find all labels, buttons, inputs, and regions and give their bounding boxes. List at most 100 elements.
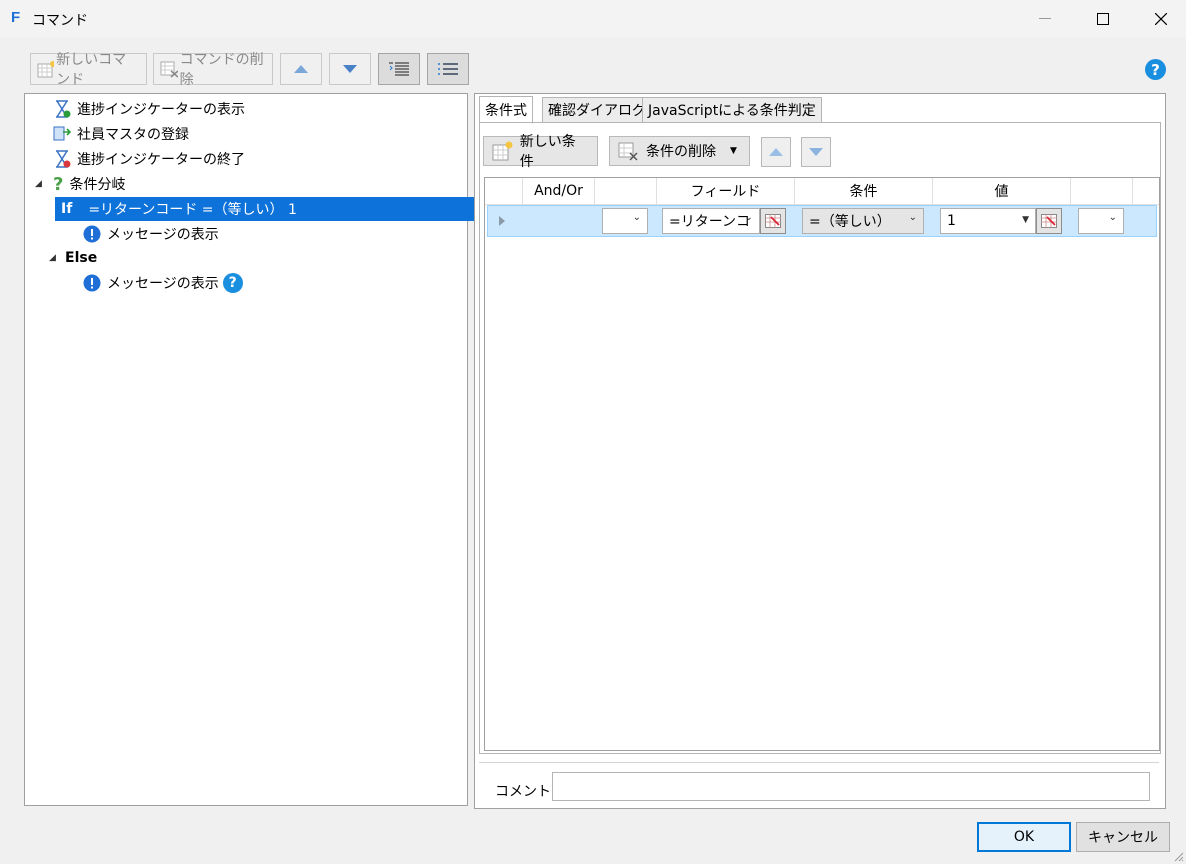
chevron-down-icon: ⌄ xyxy=(1108,212,1117,223)
minimize-icon xyxy=(1039,18,1051,19)
chevron-down-icon: ⌄ xyxy=(744,212,753,223)
andor-select[interactable]: ⌄ xyxy=(602,208,648,234)
view-detail-button[interactable] xyxy=(378,53,420,85)
tree-item-if[interactable]: ◢ If =リターンコード =（等しい） 1 xyxy=(47,197,488,221)
delete-command-button[interactable]: コマンドの削除 xyxy=(153,52,273,88)
chevron-down-icon: ⌄ xyxy=(632,212,641,223)
close-button[interactable] xyxy=(1132,0,1186,38)
condition-down-button[interactable] xyxy=(801,137,831,167)
value-combo[interactable]: 1 ▼ xyxy=(940,208,1036,234)
delete-condition-button[interactable]: 条件の削除 ▼ xyxy=(609,136,750,166)
collapse-arrow-icon[interactable]: ◢ xyxy=(47,204,59,214)
detail-list-icon xyxy=(389,62,409,76)
tree-item-label: メッセージの表示 xyxy=(107,227,219,243)
tab-confirm-dialog[interactable]: 確認ダイアログ xyxy=(542,97,652,123)
dropdown-arrow-icon[interactable]: ▼ xyxy=(730,146,737,156)
detail-panel: 条件式 確認ダイアログ JavaScriptによる条件判定 新しい条件 条件の削… xyxy=(474,93,1166,809)
hourglass-stop-icon xyxy=(56,150,71,168)
maximize-icon xyxy=(1097,13,1109,25)
info-icon xyxy=(83,274,101,292)
tree-item-else[interactable]: ◢ Else xyxy=(49,246,97,270)
comment-input[interactable] xyxy=(552,772,1150,801)
close-icon xyxy=(1155,13,1167,25)
info-icon xyxy=(83,225,101,243)
tree-item[interactable]: 社員マスタの登録 xyxy=(53,122,189,146)
dropdown-arrow-icon: ▼ xyxy=(1022,215,1029,225)
cancel-button[interactable]: キャンセル xyxy=(1076,822,1170,852)
delete-item-icon xyxy=(160,61,178,78)
tab-condition-expression[interactable]: 条件式 xyxy=(479,96,533,124)
grid-header-field[interactable]: フィールド xyxy=(657,178,795,204)
new-item-icon xyxy=(37,61,55,78)
arrow-down-icon xyxy=(343,65,357,73)
field-picker-icon xyxy=(765,214,781,228)
database-register-icon xyxy=(53,126,71,141)
comment-divider xyxy=(479,762,1159,763)
new-condition-label: 新しい条件 xyxy=(519,134,576,170)
minimize-button[interactable] xyxy=(1016,0,1074,38)
else-keyword: Else xyxy=(65,250,98,266)
delete-command-label: コマンドの削除 xyxy=(179,52,264,88)
tree-item-label: メッセージの表示 xyxy=(107,276,219,292)
maximize-button[interactable] xyxy=(1074,0,1132,38)
grid-header-condition[interactable]: 条件 xyxy=(795,178,933,204)
new-condition-button[interactable]: 新しい条件 xyxy=(483,134,598,170)
grid-header-blank3 xyxy=(1071,178,1133,204)
delete-item-icon xyxy=(618,142,638,161)
move-down-button[interactable] xyxy=(329,53,371,85)
new-command-label: 新しいコマンド xyxy=(56,52,127,88)
title-bar: F コマンド xyxy=(0,0,1186,38)
grid-header-blank xyxy=(485,178,523,204)
arrow-up-icon xyxy=(769,148,783,156)
operator-value: =（等しい） xyxy=(809,214,891,230)
delete-condition-label: 条件の削除 xyxy=(646,144,716,160)
comment-label: コメント xyxy=(495,784,551,800)
field-value: =リターンコ xyxy=(669,214,751,230)
operator-select[interactable]: =（等しい） ⌄ xyxy=(802,208,924,234)
value-text: 1 xyxy=(947,213,956,229)
new-item-icon xyxy=(492,141,513,161)
tree-item-label: 進捗インジケーターの終了 xyxy=(77,152,245,168)
table-row[interactable]: ⌄ =リターンコ ⌄ =（等しい） ⌄ 1 ▼ ⌄ xyxy=(487,205,1157,237)
question-icon: ? xyxy=(53,173,64,195)
row-pointer-icon xyxy=(499,216,505,226)
chevron-down-icon: ⌄ xyxy=(908,212,917,223)
if-keyword: If xyxy=(61,201,73,217)
tree-item-branch[interactable]: ◢ ? 条件分岐 xyxy=(35,172,125,196)
arrow-down-icon xyxy=(809,148,823,156)
collapse-arrow-icon[interactable]: ◢ xyxy=(35,179,47,189)
move-up-button[interactable] xyxy=(280,53,322,85)
help-icon[interactable]: ? xyxy=(222,273,243,293)
grid-header-value[interactable]: 値 xyxy=(933,178,1071,204)
app-logo-icon: F xyxy=(11,9,21,26)
window-title: コマンド xyxy=(32,13,88,29)
tree-item[interactable]: メッセージの表示 xyxy=(83,222,219,246)
tree-item-label: =リターンコード =（等しい） 1 xyxy=(88,202,297,218)
field-select[interactable]: =リターンコ ⌄ xyxy=(662,208,760,234)
tree-item-label: 進捗インジケーターの表示 xyxy=(77,102,245,118)
grid-header-blank2 xyxy=(595,178,657,204)
help-icon[interactable]: ? xyxy=(1145,59,1166,80)
tree-item[interactable]: 進捗インジケーターの表示 xyxy=(53,97,245,121)
tree-item-label: 社員マスタの登録 xyxy=(77,127,189,143)
field-picker-icon xyxy=(1041,214,1057,228)
tree-item[interactable]: 進捗インジケーターの終了 xyxy=(53,147,245,171)
condition-grid[interactable]: And/Or フィールド 条件 値 ⌄ =リターンコ ⌄ =（等しい） ⌄ 1 … xyxy=(484,177,1160,751)
tree-item-label: 条件分岐 xyxy=(69,177,126,193)
tab-content: 新しい条件 条件の削除 ▼ And/Or フィールド 条件 値 ⌄ =リターンコ… xyxy=(479,122,1161,754)
grid-header-andor[interactable]: And/Or xyxy=(523,178,595,204)
bullet-list-icon xyxy=(438,63,458,75)
tab-javascript[interactable]: JavaScriptによる条件判定 xyxy=(642,97,822,123)
value-picker-button[interactable] xyxy=(1036,208,1062,234)
field-picker-button[interactable] xyxy=(760,208,786,234)
extra-select[interactable]: ⌄ xyxy=(1078,208,1124,234)
collapse-arrow-icon[interactable]: ◢ xyxy=(49,253,61,263)
command-tree[interactable]: 進捗インジケーターの表示 社員マスタの登録 進捗インジケーターの終了 ◢ ? 条… xyxy=(24,93,488,806)
condition-up-button[interactable] xyxy=(761,137,791,167)
ok-button[interactable]: OK xyxy=(977,822,1071,852)
new-command-button[interactable]: 新しいコマンド xyxy=(30,52,147,88)
arrow-up-icon xyxy=(294,65,308,73)
resize-grip-icon[interactable] xyxy=(1174,852,1184,862)
tree-item[interactable]: メッセージの表示 ? xyxy=(83,271,243,295)
view-list-button[interactable] xyxy=(427,53,469,85)
